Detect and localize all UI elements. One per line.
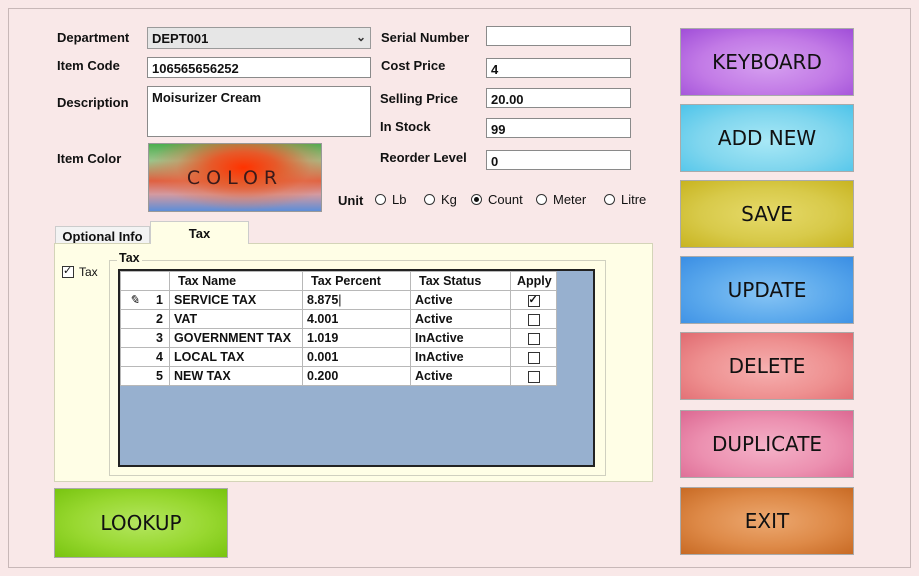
department-value: DEPT001 bbox=[152, 31, 209, 46]
tax-status-cell[interactable]: InActive bbox=[410, 328, 511, 348]
save-button[interactable]: SAVE bbox=[680, 180, 854, 248]
tab-optional-info[interactable]: Optional Info bbox=[55, 226, 150, 244]
tax-percent-cell[interactable]: 1.019 bbox=[302, 328, 411, 348]
apply-cell[interactable] bbox=[510, 309, 557, 329]
tax-table: Tax Name Tax Percent Tax Status Apply ✎ 1… bbox=[120, 271, 557, 386]
row-number: 2 bbox=[120, 309, 170, 329]
column-header[interactable]: Apply bbox=[510, 271, 557, 291]
chevron-down-icon: ⌄ bbox=[355, 30, 366, 44]
in-stock-field[interactable]: 99 bbox=[486, 118, 631, 138]
tax-percent-cell[interactable]: 0.001 bbox=[302, 347, 411, 367]
color-button[interactable]: COLOR bbox=[148, 143, 322, 212]
tax-status-cell[interactable]: InActive bbox=[410, 347, 511, 367]
apply-cell[interactable] bbox=[510, 328, 557, 348]
unit-option-label: Litre bbox=[621, 192, 647, 207]
table-row[interactable]: 2 VAT 4.001 Active bbox=[120, 309, 557, 329]
unit-radio-lb[interactable]: Lb bbox=[375, 192, 406, 207]
apply-cell[interactable] bbox=[510, 347, 557, 367]
row-number: 3 bbox=[120, 328, 170, 348]
unit-option-label: Kg bbox=[441, 192, 457, 207]
tax-group-title: Tax bbox=[117, 251, 142, 265]
tax-status-cell[interactable]: Active bbox=[410, 366, 511, 386]
tax-name-cell[interactable]: NEW TAX bbox=[169, 366, 303, 386]
duplicate-button[interactable]: DUPLICATE bbox=[680, 410, 854, 478]
checkbox-unchecked-icon[interactable] bbox=[527, 351, 540, 364]
tax-grid[interactable]: Tax Name Tax Percent Tax Status Apply ✎ 1… bbox=[118, 269, 595, 467]
tax-name-cell[interactable]: GOVERNMENT TAX bbox=[169, 328, 303, 348]
item-code-label: Item Code bbox=[57, 58, 120, 73]
apply-cell[interactable] bbox=[510, 366, 557, 386]
tax-percent-cell[interactable]: 0.200 bbox=[302, 366, 411, 386]
column-header[interactable]: Tax Percent bbox=[302, 271, 411, 291]
unit-option-label: Lb bbox=[392, 192, 407, 207]
table-row[interactable]: 4 LOCAL TAX 0.001 InActive bbox=[120, 347, 557, 367]
delete-button[interactable]: DELETE bbox=[680, 332, 854, 400]
selling-price-field[interactable]: 20.00 bbox=[486, 88, 631, 108]
row-number: ✎ 1 bbox=[120, 290, 170, 310]
item-code-field[interactable]: 106565656252 bbox=[147, 57, 371, 78]
tax-status-cell[interactable]: Active bbox=[410, 290, 511, 310]
radio-icon bbox=[375, 194, 386, 205]
row-number: 4 bbox=[120, 347, 170, 367]
in-stock-label: In Stock bbox=[380, 119, 431, 134]
unit-label: Unit bbox=[338, 193, 364, 208]
unit-option-label: Meter bbox=[553, 192, 587, 207]
table-row[interactable]: ✎ 1 SERVICE TAX 8.875| Active bbox=[120, 290, 557, 310]
radio-icon bbox=[604, 194, 615, 205]
tax-checkbox[interactable]: Tax bbox=[62, 264, 98, 279]
row-number: 5 bbox=[120, 366, 170, 386]
tax-name-cell[interactable]: LOCAL TAX bbox=[169, 347, 303, 367]
keyboard-button[interactable]: KEYBOARD bbox=[680, 28, 854, 96]
radio-icon bbox=[536, 194, 547, 205]
checkbox-unchecked-icon[interactable] bbox=[527, 313, 540, 326]
column-header[interactable]: Tax Status bbox=[410, 271, 511, 291]
tax-name-cell[interactable]: VAT bbox=[169, 309, 303, 329]
table-row[interactable]: 5 NEW TAX 0.200 Active bbox=[120, 366, 557, 386]
checkbox-unchecked-icon[interactable] bbox=[527, 332, 540, 345]
checkbox-checked-icon bbox=[62, 264, 74, 278]
checkbox-unchecked-icon[interactable] bbox=[527, 370, 540, 383]
reorder-level-field[interactable]: 0 bbox=[486, 150, 631, 170]
item-color-label: Item Color bbox=[57, 151, 122, 166]
lookup-button[interactable]: LOOKUP bbox=[54, 488, 228, 558]
tax-status-cell[interactable]: Active bbox=[410, 309, 511, 329]
radio-selected-icon bbox=[471, 194, 482, 205]
unit-option-label: Count bbox=[488, 192, 523, 207]
reorder-level-label: Reorder Level bbox=[380, 150, 467, 165]
serial-number-field[interactable] bbox=[486, 26, 631, 46]
tax-name-cell[interactable]: SERVICE TAX bbox=[169, 290, 303, 310]
description-label: Description bbox=[57, 95, 129, 110]
unit-radio-meter[interactable]: Meter bbox=[536, 192, 586, 207]
description-field[interactable]: Moisurizer Cream bbox=[147, 86, 371, 137]
selling-price-label: Selling Price bbox=[380, 91, 459, 106]
tax-checkbox-label: Tax bbox=[79, 265, 98, 279]
color-button-label: COLOR bbox=[186, 166, 284, 189]
checkbox-checked-icon[interactable] bbox=[527, 293, 540, 307]
pencil-icon: ✎ bbox=[129, 293, 140, 307]
cost-price-field[interactable]: 4 bbox=[486, 58, 631, 78]
table-row[interactable]: 3 GOVERNMENT TAX 1.019 InActive bbox=[120, 328, 557, 348]
department-select[interactable]: DEPT001 ⌄ bbox=[147, 27, 371, 49]
exit-button[interactable]: EXIT bbox=[680, 487, 854, 555]
unit-radio-kg[interactable]: Kg bbox=[424, 192, 457, 207]
tax-percent-cell[interactable]: 4.001 bbox=[302, 309, 411, 329]
department-label: Department bbox=[57, 30, 130, 45]
unit-radio-litre[interactable]: Litre bbox=[604, 192, 646, 207]
unit-radio-count[interactable]: Count bbox=[471, 192, 523, 207]
tab-tax[interactable]: Tax bbox=[150, 221, 249, 244]
apply-cell[interactable] bbox=[510, 290, 557, 310]
serial-number-label: Serial Number bbox=[381, 30, 470, 45]
cost-price-label: Cost Price bbox=[381, 58, 446, 73]
column-header[interactable]: Tax Name bbox=[169, 271, 303, 291]
add-new-button[interactable]: ADD NEW bbox=[680, 104, 854, 172]
update-button[interactable]: UPDATE bbox=[680, 256, 854, 324]
row-header-corner bbox=[120, 271, 170, 291]
tax-percent-cell[interactable]: 8.875| bbox=[302, 290, 411, 310]
radio-icon bbox=[424, 194, 435, 205]
table-header-row: Tax Name Tax Percent Tax Status Apply bbox=[120, 271, 557, 291]
